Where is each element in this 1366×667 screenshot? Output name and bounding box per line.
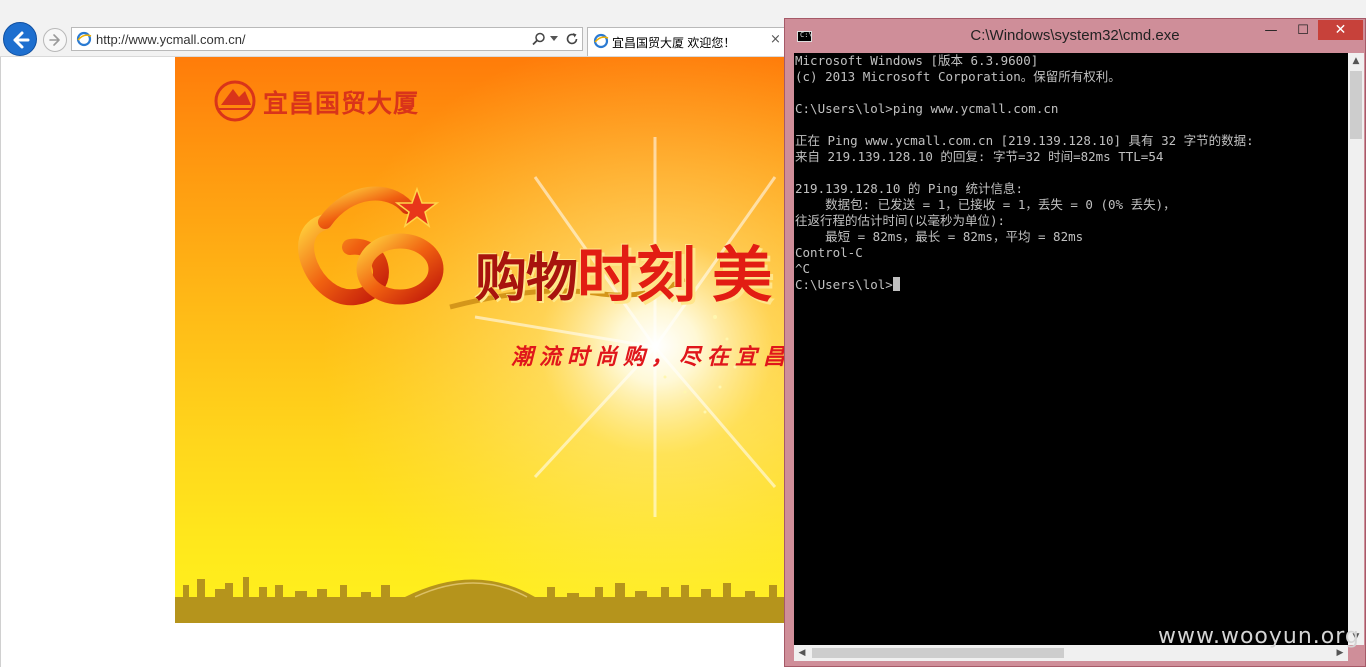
forward-button[interactable]: [43, 28, 67, 52]
mall-logo-text: 宜昌国贸大厦: [263, 89, 420, 118]
cmd-close-button[interactable]: ✕: [1318, 20, 1363, 40]
vertical-scroll-thumb[interactable]: [1350, 71, 1362, 139]
cmd-window[interactable]: C:\ C:\Windows\system32\cmd.exe — ☐ ✕ Mi…: [784, 18, 1366, 667]
console-output-area[interactable]: Microsoft Windows [版本 6.3.9600] (c) 2013…: [794, 53, 1348, 645]
slogan-part-1: 购物: [475, 249, 578, 309]
console-output: Microsoft Windows [版本 6.3.9600] (c) 2013…: [795, 53, 1254, 292]
cmd-maximize-button[interactable]: ☐: [1289, 21, 1317, 41]
scroll-up-icon[interactable]: ▲: [1348, 53, 1364, 69]
vertical-scrollbar[interactable]: ▲ ▼: [1348, 53, 1364, 645]
dropdown-icon[interactable]: [550, 36, 558, 42]
ie-page-icon: [76, 31, 92, 47]
slogan-part-2: 时刻: [577, 241, 696, 311]
refresh-icon[interactable]: [565, 32, 579, 46]
wooyun-watermark: www.wooyun.org: [1158, 624, 1360, 649]
cmd-titlebar[interactable]: C:\ C:\Windows\system32\cmd.exe — ☐ ✕: [785, 19, 1365, 53]
back-button[interactable]: [3, 22, 37, 56]
horizontal-scroll-thumb[interactable]: [812, 648, 1064, 658]
back-arrow-icon: [13, 31, 30, 49]
forward-arrow-icon: [49, 34, 60, 46]
search-icon[interactable]: [532, 32, 546, 46]
address-url[interactable]: http://www.ycmall.com.cn/: [96, 32, 246, 47]
banner-subslogan: 潮流时尚购，尽在宜昌: [511, 344, 785, 370]
ie-page-icon: [593, 33, 609, 49]
tab-title: 宜昌国贸大厦 欢迎您！: [612, 36, 736, 50]
tab-close-button[interactable]: ×: [770, 32, 781, 47]
text-cursor: [892, 277, 900, 291]
ycmall-banner: 宜昌国贸大厦 购物时刻 美 潮流时尚购，尽在宜昌: [175, 57, 785, 623]
slogan-part-3: 美: [712, 241, 772, 311]
scroll-left-icon[interactable]: ◀: [794, 645, 810, 661]
tab-ycmall[interactable]: 宜昌国贸大厦 欢迎您！ ×: [587, 27, 785, 56]
banner-slogan: 购物时刻 美: [475, 227, 772, 314]
cmd-minimize-button[interactable]: —: [1257, 21, 1285, 41]
address-bar[interactable]: http://www.ycmall.com.cn/: [71, 27, 583, 51]
